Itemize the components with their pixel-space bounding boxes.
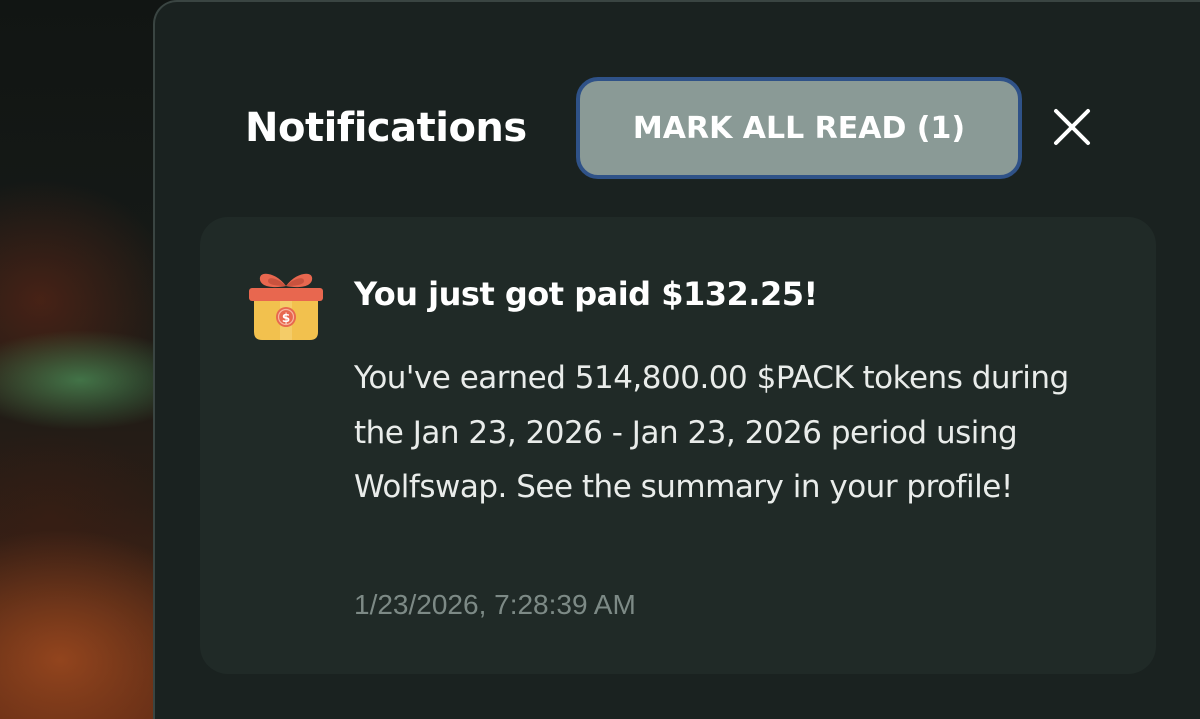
notification-card[interactable]: $ You just got paid $132.25! You've earn… — [200, 217, 1156, 674]
close-icon — [1054, 109, 1090, 145]
mark-all-read-button[interactable]: MARK ALL READ (1) — [576, 77, 1022, 179]
svg-text:$: $ — [282, 311, 290, 325]
notification-body: You've earned 514,800.00 $PACK tokens du… — [354, 360, 1069, 505]
mark-all-read-label: MARK ALL READ (1) — [632, 110, 966, 146]
panel-title: Notifications — [245, 105, 527, 151]
notifications-panel: Notifications MARK ALL READ (1) $ You ju… — [153, 0, 1200, 719]
blurred-app-background — [0, 0, 170, 719]
close-button[interactable] — [1047, 102, 1097, 152]
gift-box-icon: $ — [246, 264, 326, 346]
notification-timestamp: 1/23/2026, 7:28:39 AM — [354, 589, 636, 620]
notification-title: You just got paid $132.25! — [354, 275, 818, 313]
